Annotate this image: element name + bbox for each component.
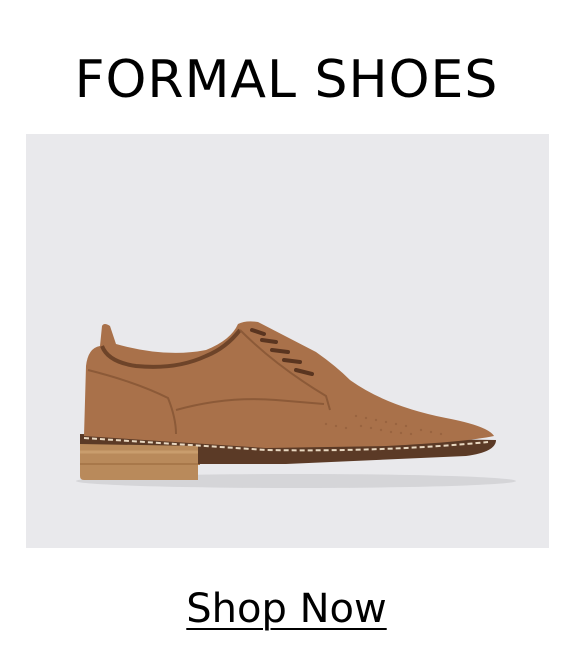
- shop-now-container: Shop Now: [0, 584, 573, 634]
- brown-derby-shoe-icon: [76, 321, 516, 488]
- product-image[interactable]: [26, 134, 549, 548]
- banner-title: FORMAL SHOES: [74, 50, 499, 110]
- shop-now-link[interactable]: Shop Now: [186, 586, 386, 632]
